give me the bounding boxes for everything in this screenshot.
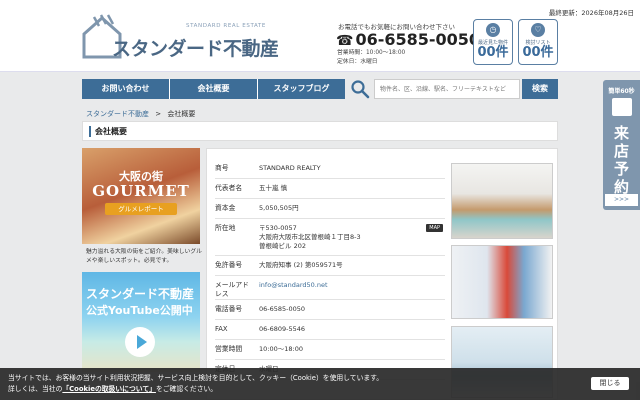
office-photo-1: [451, 163, 553, 239]
table-row: 免許番号 大阪府知事 (2) 第059571号: [215, 256, 445, 276]
row-label: 営業時間: [215, 345, 243, 353]
side-tab-caption: 簡単60秒: [608, 88, 635, 95]
row-label: 資本金: [215, 204, 236, 212]
cookie-line1: 当サイトでは、お客様の当サイト利用状況把握、サービス向上検討を目的として、クッキ…: [8, 374, 384, 382]
company-info-panel: 商号 STANDARD REALTY 代表者名 五十嵐 慎 資本金 5,050,…: [206, 148, 558, 400]
search-input[interactable]: [374, 79, 520, 99]
table-row: 代表者名 五十嵐 慎: [215, 179, 445, 199]
holiday-line: 定休日：水曜日: [337, 59, 378, 65]
row-value: STANDARD REALTY: [259, 164, 321, 172]
cookie-policy-link[interactable]: 「Cookieの取扱いについて」: [62, 385, 156, 393]
address-value: 〒530-0057 大阪府大阪市北区曽根崎１丁目8-3 曽根崎ビル 202: [259, 224, 361, 251]
phone-number-text: 06-6585-0050: [355, 30, 481, 49]
heart-icon: ♡: [531, 23, 545, 37]
side-tab-label: 来店予約: [613, 124, 629, 196]
logo-japanese: スタンダード不動産: [112, 38, 279, 60]
calendar-icon: [612, 98, 632, 116]
side-tab-arrow: >>>: [605, 194, 638, 206]
youtube-banner[interactable]: スタンダード不動産 公式YouTube公開中: [82, 272, 200, 372]
breadcrumb-separator: >: [155, 110, 162, 118]
hours-line: 営業時間：10:00～18:00: [337, 50, 406, 56]
page-title-bar: 会社概要: [82, 121, 558, 141]
logo-english: STANDARD REAL ESTATE: [186, 23, 266, 29]
address-line2: 曽根崎ビル 202: [259, 242, 306, 250]
recent-viewed-button[interactable]: ◷ 最近見た物件 00件: [473, 19, 513, 65]
breadcrumb-home[interactable]: スタンダード不動産: [86, 110, 149, 118]
row-value: 五十嵐 慎: [259, 184, 288, 192]
row-label: 商号: [215, 164, 229, 172]
site-logo[interactable]: STANDARD REAL ESTATE スタンダード不動産: [82, 14, 279, 62]
phone-number[interactable]: ☎ 06-6585-0050: [336, 30, 480, 49]
gourmet-banner-description: 魅力溢れる大阪の街をご紹介。美味しいグルメや楽しいスポット。必見です。: [86, 249, 202, 264]
row-label: 電話番号: [215, 305, 243, 313]
row-value: 06-6585-0050: [259, 305, 306, 313]
gourmet-banner-tag: グルメレポート: [105, 203, 177, 215]
row-label: メールアドレス: [215, 281, 249, 298]
row-label: 免許番号: [215, 261, 243, 269]
cookie-banner: 当サイトでは、お客様の当サイト利用状況把握、サービス向上検討を目的として、クッキ…: [0, 368, 640, 400]
favorites-button[interactable]: ♡ 検討リスト 00件: [518, 19, 558, 65]
map-button[interactable]: MAP: [426, 224, 443, 232]
table-row: メールアドレス info@standard50.net: [215, 276, 445, 300]
youtube-banner-line2: 公式YouTube公開中: [86, 304, 193, 317]
address-line1: 大阪府大阪市北区曽根崎１丁目8-3: [259, 233, 361, 241]
phone-icon: ☎: [336, 33, 354, 49]
recent-viewed-count: 00件: [477, 45, 509, 60]
clock-icon: ◷: [486, 23, 500, 37]
row-label: 所在地: [215, 224, 236, 232]
cookie-line2-post: をご確認ください。: [155, 385, 218, 393]
table-row: 資本金 5,050,505円: [215, 199, 445, 219]
page-title: 会社概要: [95, 127, 127, 136]
business-hours: 営業時間：10:00～18:00 定休日：水曜日: [337, 49, 405, 67]
cookie-message: 当サイトでは、お客様の当サイト利用状況把握、サービス向上検討を目的として、クッキ…: [8, 373, 383, 395]
visit-reservation-tab[interactable]: 簡単60秒 来店予約 >>>: [603, 80, 640, 210]
company-info-table: 商号 STANDARD REALTY 代表者名 五十嵐 慎 資本金 5,050,…: [215, 159, 445, 380]
cookie-line2-pre: 詳しくは、当社の: [8, 385, 63, 393]
last-updated: 最終更新：2026年08月26日: [548, 9, 634, 17]
table-row: 電話番号 06-6585-0050: [215, 300, 445, 320]
search-icon[interactable]: [350, 79, 370, 99]
table-row: 商号 STANDARD REALTY: [215, 159, 445, 179]
row-value: 10:00～18:00: [259, 345, 303, 353]
table-row: FAX 06-6809-5546: [215, 320, 445, 340]
cookie-line2: 詳しくは、当社の「Cookieの取扱いについて」をご確認ください。: [8, 384, 383, 395]
row-label: FAX: [215, 325, 228, 333]
favorites-count: 00件: [522, 45, 554, 60]
breadcrumb: スタンダード不動産 > 会社概要: [86, 109, 195, 119]
youtube-banner-line1: スタンダード不動産: [86, 287, 195, 301]
global-nav: お問い合わせ 会社概要 スタッフブログ: [82, 79, 345, 99]
row-value: 5,050,505円: [259, 204, 299, 212]
row-value: 06-6809-5546: [259, 325, 306, 333]
address-postal: 〒530-0057: [259, 224, 297, 232]
row-label: 代表者名: [215, 184, 243, 192]
table-row: 営業時間 10:00～18:00: [215, 340, 445, 360]
title-accent-bar: [89, 126, 91, 137]
breadcrumb-current: 会社概要: [167, 110, 196, 118]
gourmet-banner-en: GOURMET: [92, 182, 190, 200]
email-link[interactable]: info@standard50.net: [259, 281, 328, 290]
nav-contact[interactable]: お問い合わせ: [82, 79, 170, 99]
row-value: 大阪府知事 (2) 第059571号: [259, 261, 343, 269]
cookie-close-button[interactable]: 閉じる: [591, 377, 629, 390]
gourmet-banner[interactable]: 大阪の街 GOURMET グルメレポート: [82, 148, 200, 244]
search-button[interactable]: 検索: [522, 79, 558, 99]
play-icon: [125, 327, 155, 357]
office-photo-2: [451, 245, 553, 319]
table-row: 所在地 〒530-0057 大阪府大阪市北区曽根崎１丁目8-3 曽根崎ビル 20…: [215, 219, 445, 256]
nav-company[interactable]: 会社概要: [170, 79, 258, 99]
nav-staff-blog[interactable]: スタッフブログ: [258, 79, 345, 99]
site-header: 最終更新：2026年08月26日 STANDARD REAL ESTATE スタ…: [0, 0, 640, 72]
